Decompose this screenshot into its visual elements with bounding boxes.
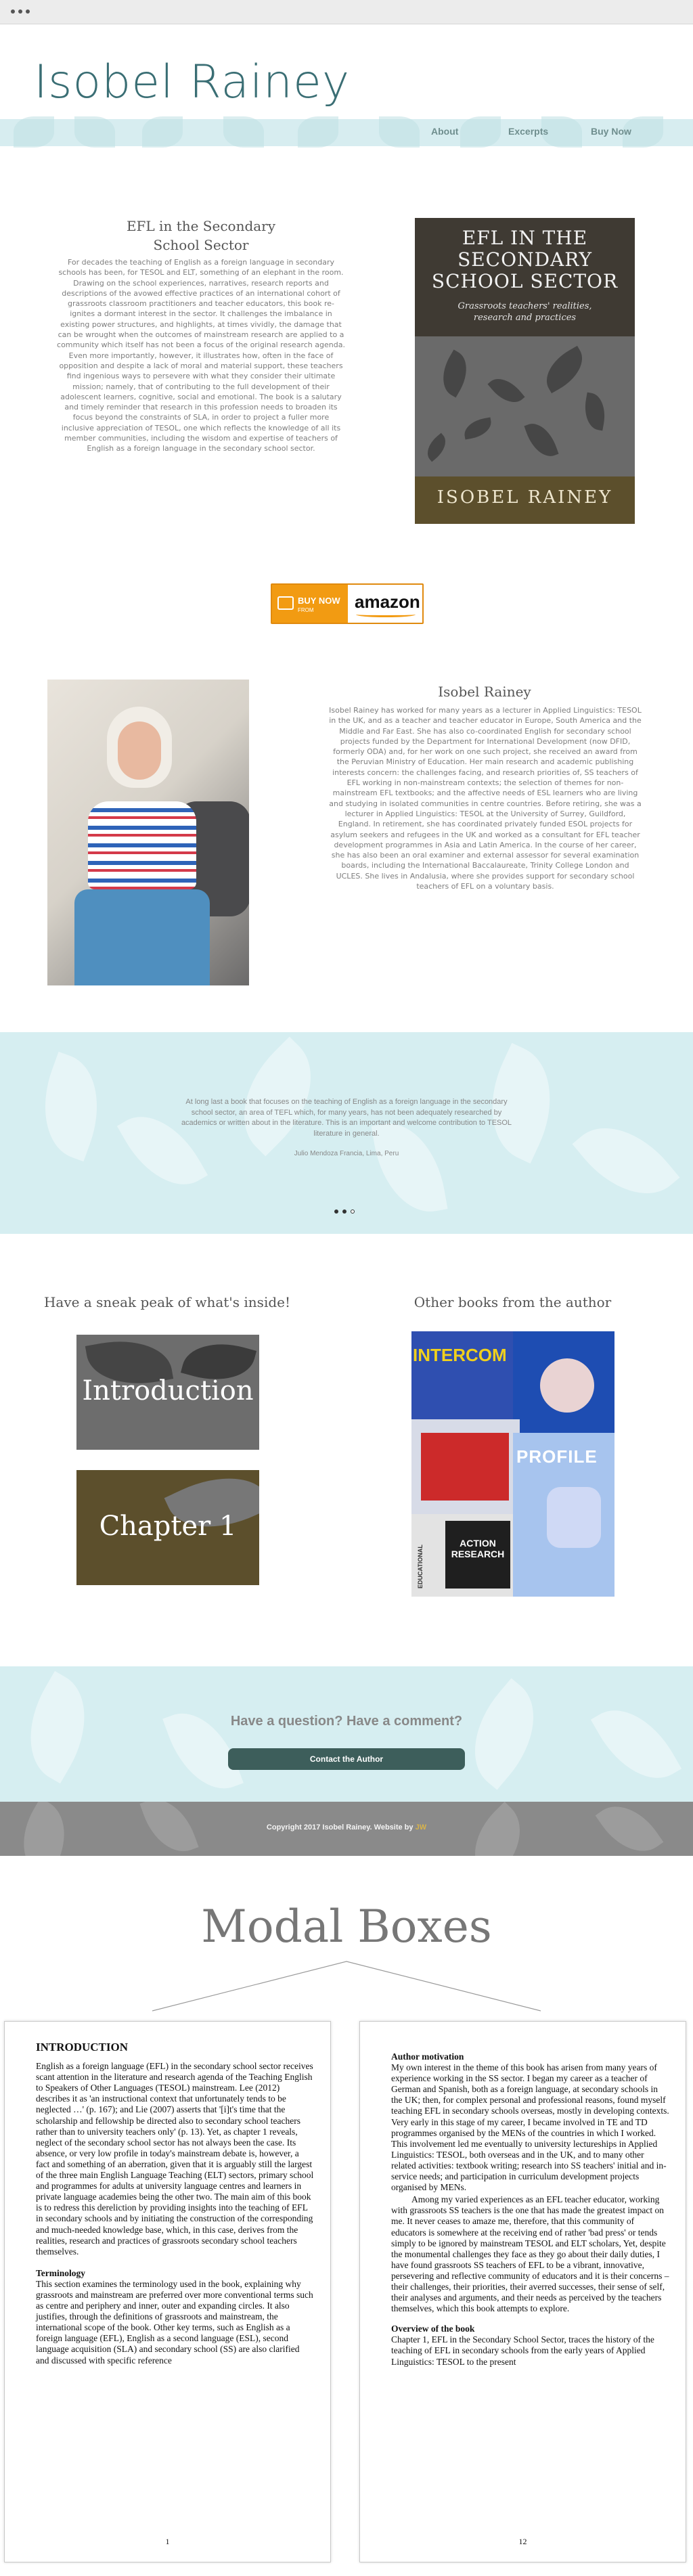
cover-title: EFL IN THE SECONDARY SCHOOL SECTOR <box>431 227 619 292</box>
book-title: EFL in the Secondary School Sector <box>126 218 276 253</box>
window-controls[interactable] <box>11 9 30 14</box>
testimonial-attribution: Julio Mendoza Francia, Lima, Peru <box>294 1150 399 1157</box>
cover-subtitle: Grassroots teachers' realities, research … <box>457 301 592 323</box>
carousel-dot-active[interactable] <box>342 1209 346 1214</box>
page-number: 12 <box>518 2537 527 2546</box>
page-paragraph: My own interest in the theme of this boo… <box>391 2062 669 2193</box>
author-photo <box>47 680 249 985</box>
nav-buy-now[interactable]: Buy Now <box>591 126 631 137</box>
page-paragraph: Chapter 1, EFL in the Secondary School S… <box>391 2334 654 2367</box>
other-books-heading: Other books from the author <box>413 1294 612 1310</box>
nav-about[interactable]: About <box>431 126 458 137</box>
carousel-dot[interactable] <box>351 1209 355 1214</box>
footer-credit-link[interactable]: JW <box>416 1823 427 1831</box>
contact-heading: Have a question? Have a comment? <box>230 1714 463 1729</box>
browser-toolbar <box>0 0 693 24</box>
carousel-dot[interactable] <box>334 1209 338 1214</box>
excerpt-page-chapter[interactable]: Author motivation My own interest in the… <box>359 2021 686 2562</box>
sneak-peek-heading: Have a sneak peak of what's inside! <box>43 1294 291 1310</box>
carousel-dots[interactable] <box>334 1209 355 1214</box>
cart-icon <box>277 596 294 610</box>
book-cover[interactable]: EFL IN THE SECONDARY SCHOOL SECTOR Grassro… <box>415 218 635 524</box>
title-underline <box>152 1961 541 2012</box>
cover-author: ISOBEL RAINEY <box>437 487 613 508</box>
other-books-collage[interactable]: INTERCOM PROFILE ACTION RESEARCH EDUCATI… <box>411 1331 614 1597</box>
nav-bar <box>0 116 693 148</box>
page-subheading: Overview of the book <box>391 2324 475 2334</box>
page-paragraph: This section examines the terminology us… <box>36 2278 313 2366</box>
book-description: For decades the teaching of English as a… <box>57 258 345 453</box>
author-name: Isobel Rainey <box>438 684 531 700</box>
excerpt-page-introduction[interactable]: INTRODUCTION English as a foreign langua… <box>4 2021 331 2562</box>
modal-boxes-title: Modal Boxes <box>201 1901 492 1953</box>
author-bio: Isobel Rainey has worked for many years … <box>329 706 642 891</box>
nav-excerpts[interactable]: Excerpts <box>508 126 548 137</box>
excerpt-tile-chapter-1[interactable]: Chapter 1 <box>76 1470 259 1585</box>
page-subheading: Terminology <box>36 2267 86 2278</box>
page-subheading: Author motivation <box>391 2051 464 2062</box>
buy-on-amazon-button[interactable]: BUY NOW FROM amazon <box>271 583 424 624</box>
amazon-logo: amazon <box>355 592 420 617</box>
page-paragraph: English as a foreign language (EFL) in t… <box>36 2061 314 2257</box>
testimonial-quote: At long last a book that focuses on the … <box>181 1098 512 1138</box>
testimonial: At long last a book that focuses on the … <box>177 1097 516 1159</box>
contact-section <box>0 1666 693 1802</box>
page-heading: INTRODUCTION <box>36 2041 129 2053</box>
site-logo[interactable]: Isobel Rainey <box>34 55 350 109</box>
page-number: 1 <box>165 2537 170 2546</box>
footer-copyright: Copyright 2017 Isobel Rainey. Website by… <box>266 1823 427 1831</box>
contact-author-button[interactable]: Contact the Author <box>228 1748 465 1770</box>
page-paragraph: Among my varied experiences as an EFL te… <box>391 2194 669 2314</box>
excerpt-tile-introduction[interactable]: Introduction <box>76 1335 259 1450</box>
